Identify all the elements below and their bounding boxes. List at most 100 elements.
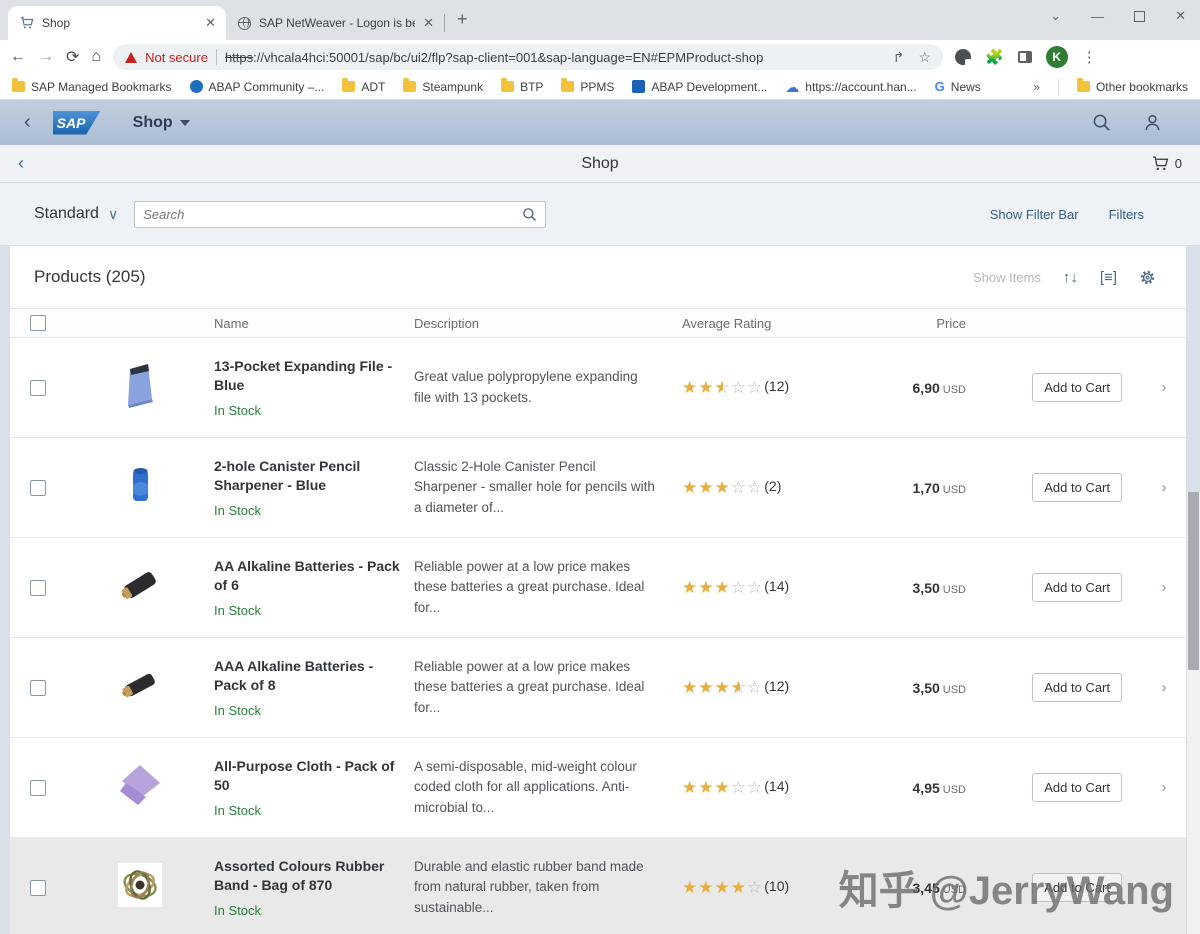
bookmark-item[interactable]: PPMS (561, 78, 614, 94)
tab-netweaver[interactable]: SAP NetWeaver - Logon is being ✕ (226, 6, 444, 40)
back-icon[interactable]: ← (10, 48, 26, 66)
reload-icon[interactable]: ⟳ (66, 47, 79, 67)
product-description: Reliable power at a low price makes thes… (414, 659, 645, 715)
stock-status: In Stock (214, 502, 261, 518)
table-row[interactable]: Assorted Colours Rubber Band - Bag of 87… (10, 838, 1186, 934)
tab-shop[interactable]: Shop ✕ (8, 6, 226, 40)
profile-avatar[interactable]: K (1045, 46, 1068, 68)
sort-icon[interactable]: ↑↓ (1063, 269, 1078, 286)
stock-status: In Stock (214, 602, 261, 618)
new-tab-button[interactable]: + (457, 9, 468, 30)
row-chevron-icon[interactable]: › (1162, 679, 1167, 696)
filters-link[interactable]: Filters (1109, 207, 1144, 222)
search-icon[interactable] (522, 207, 537, 222)
product-description: Durable and elastic rubber band made fro… (414, 859, 644, 915)
add-to-cart-button[interactable]: Add to Cart (1032, 573, 1122, 602)
table-row[interactable]: 13-Pocket Expanding File - Blue In Stock… (10, 338, 1186, 438)
bookmark-star-icon[interactable]: ☆ (919, 49, 932, 66)
search-input[interactable] (143, 206, 523, 222)
rating-stars-icon: ★ ★ ★ ★ ☆ (682, 878, 764, 897)
products-panel: Products (205) Show Items ↑↓ [≡] Name De… (10, 246, 1186, 934)
bookmark-item[interactable]: BTP (501, 78, 543, 94)
url-text[interactable]: https://vhcala4hci:50001/sap/bc/ui2/flp?… (225, 50, 885, 65)
bookmark-item[interactable]: ABAP Development... (632, 80, 767, 94)
forward-icon[interactable]: → (38, 48, 54, 66)
row-chevron-icon[interactable]: › (1162, 779, 1167, 796)
variant-selector[interactable]: Standard ∨ (34, 205, 118, 223)
rating-stars-icon: ★ ★ ★ ☆ ☆ (682, 778, 764, 797)
share-icon[interactable]: ↱ (893, 49, 905, 66)
security-label[interactable]: Not secure (145, 50, 208, 65)
minimize-icon[interactable]: — (1091, 9, 1104, 24)
row-chevron-icon[interactable]: › (1162, 479, 1167, 496)
group-icon[interactable]: [≡] (1100, 269, 1117, 286)
add-to-cart-button[interactable]: Add to Cart (1032, 773, 1122, 802)
overflow-chevrons-icon[interactable]: » (1033, 80, 1040, 94)
rating-stars-icon: ★ ★ ★ ☆ ☆ (682, 478, 764, 497)
scrollbar[interactable] (1186, 492, 1200, 934)
product-image (112, 857, 168, 918)
bookmark-item[interactable]: ABAP Community –... (189, 80, 324, 94)
add-to-cart-button[interactable]: Add to Cart (1032, 473, 1122, 502)
user-icon[interactable] (1143, 113, 1162, 132)
extensions-puzzle-icon[interactable]: 🧩 (985, 48, 1004, 66)
bookmark-item[interactable]: SAP Managed Bookmarks (12, 78, 172, 94)
address-bar[interactable]: Not secure https://vhcala4hci:50001/sap/… (113, 44, 944, 70)
select-all-checkbox[interactable] (30, 315, 46, 331)
table-row[interactable]: AAA Alkaline Batteries - Pack of 8 In St… (10, 638, 1186, 738)
show-items-button[interactable]: Show Items (973, 270, 1041, 285)
tab-divider (444, 14, 445, 32)
bookmark-label: ADT (361, 79, 386, 94)
bookmark-item[interactable]: G News (935, 79, 981, 94)
bookmark-item[interactable]: ADT (342, 78, 386, 94)
product-price: 3,45 USD (912, 879, 966, 896)
search-field[interactable] (134, 200, 547, 228)
browser-tab-strip: Shop ✕ SAP NetWeaver - Logon is being ✕ … (0, 0, 1200, 40)
product-name: AAA Alkaline Batteries - Pack of 8 (214, 658, 374, 693)
other-bookmarks[interactable]: Other bookmarks (1076, 78, 1188, 94)
browser-menu-icon[interactable]: ⋮ (1082, 48, 1097, 66)
show-filter-bar-link[interactable]: Show Filter Bar (990, 207, 1079, 222)
side-panel-icon[interactable] (1017, 51, 1032, 63)
row-checkbox[interactable] (30, 779, 46, 796)
shell-app-title[interactable]: Shop (133, 114, 190, 132)
home-icon[interactable]: ⌂ (91, 48, 101, 66)
globe-icon (238, 16, 251, 30)
row-checkbox[interactable] (30, 879, 46, 896)
rating: ★ ★ ★ ☆ ☆ (14) (682, 578, 874, 597)
row-checkbox[interactable] (30, 579, 46, 596)
table-row[interactable]: All-Purpose Cloth - Pack of 50 In Stock … (10, 738, 1186, 838)
window-menu-icon[interactable]: ⌄ (1050, 8, 1061, 24)
bookmark-item[interactable]: ☁ https://account.han... (785, 80, 916, 94)
warning-icon (125, 51, 138, 63)
search-icon[interactable] (1092, 113, 1111, 132)
maximize-icon[interactable] (1134, 10, 1146, 22)
scrollbar-thumb[interactable] (1188, 492, 1199, 670)
row-checkbox[interactable] (30, 479, 46, 496)
product-image (112, 357, 168, 418)
extension-icon[interactable] (955, 49, 973, 66)
rating: ★ ★ ☆ ★ ☆ ☆ (12) (682, 378, 874, 397)
shell-back-icon[interactable]: ‹ (16, 111, 39, 134)
row-checkbox[interactable] (30, 379, 46, 396)
community-badge-icon (189, 80, 203, 93)
table-row[interactable]: 2-hole Canister Pencil Sharpener - Blue … (10, 438, 1186, 538)
row-checkbox[interactable] (30, 679, 46, 696)
add-to-cart-button[interactable]: Add to Cart (1032, 673, 1122, 702)
row-chevron-icon[interactable]: › (1162, 379, 1167, 396)
add-to-cart-button[interactable]: Add to Cart (1032, 373, 1122, 402)
close-icon[interactable]: ✕ (1175, 8, 1186, 24)
tab-title: SAP NetWeaver - Logon is being (259, 16, 415, 30)
settings-gear-icon[interactable] (1139, 269, 1156, 286)
tab-close-icon[interactable]: ✕ (423, 15, 434, 31)
cart-button[interactable]: 0 (1152, 155, 1182, 172)
table-row[interactable]: AA Alkaline Batteries - Pack of 6 In Sto… (10, 538, 1186, 638)
row-chevron-icon[interactable]: › (1162, 879, 1167, 896)
bookmark-label: https://account.han... (805, 79, 917, 94)
add-to-cart-button[interactable]: Add to Cart (1032, 873, 1122, 902)
row-chevron-icon[interactable]: › (1162, 579, 1167, 596)
bookmark-item[interactable]: Steampunk (403, 78, 483, 94)
stock-status: In Stock (214, 802, 261, 818)
sap-logo[interactable]: SAP (52, 110, 101, 135)
tab-close-icon[interactable]: ✕ (205, 15, 216, 31)
